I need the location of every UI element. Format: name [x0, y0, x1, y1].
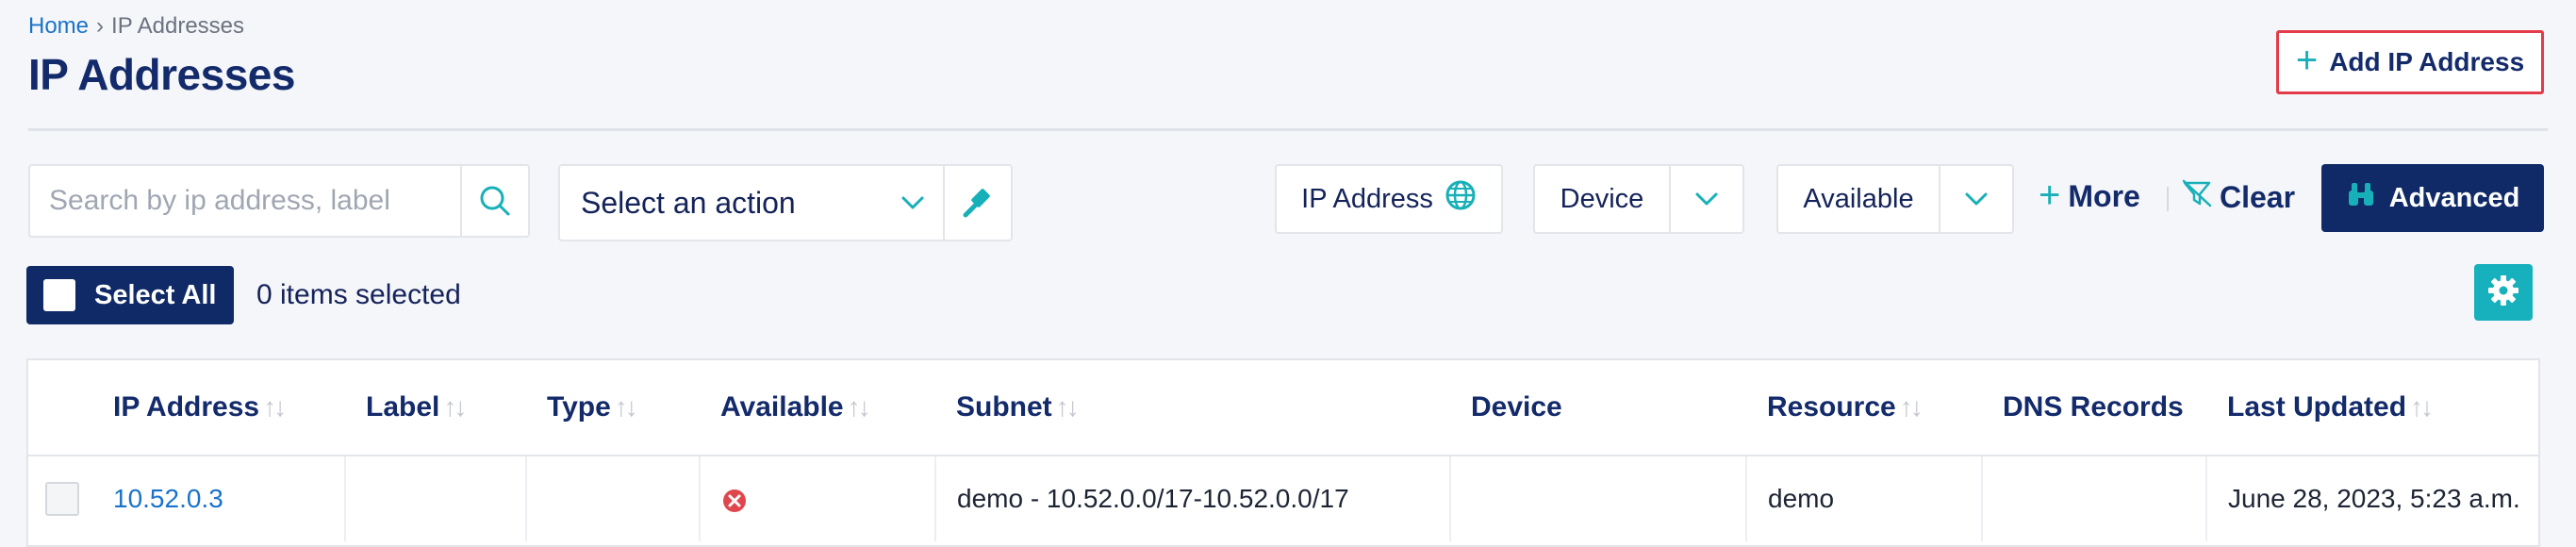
row-select-cell	[28, 456, 92, 541]
breadcrumb-separator: ›	[96, 13, 105, 39]
add-ip-address-label: Add IP Address	[2329, 47, 2525, 76]
unavailable-icon	[721, 484, 748, 513]
action-select[interactable]: Select an action	[558, 164, 1013, 241]
more-filters-label: More	[2068, 179, 2140, 213]
globe-icon	[1445, 179, 1477, 219]
table-row: 10.52.0.3 demo - 10.52.0.0/17-10.52.0.0/…	[28, 456, 2538, 541]
advanced-search-label: Advanced	[2388, 182, 2520, 213]
chevron-down-icon	[1669, 166, 1742, 232]
sort-icon[interactable]: ↑↓	[848, 392, 871, 422]
sort-icon[interactable]: ↑↓	[1056, 392, 1080, 422]
device-filter[interactable]: Device	[1533, 164, 1744, 234]
last-updated-cell: June 28, 2023, 5:23 a.m.	[2228, 484, 2520, 513]
available-cell	[700, 456, 936, 541]
items-selected-count: 0 items selected	[256, 279, 461, 310]
sort-icon[interactable]: ↑↓	[2410, 392, 2434, 422]
ip-address-link[interactable]: 10.52.0.3	[113, 484, 223, 513]
breadcrumb: Home › IP Addresses	[28, 13, 244, 40]
advanced-search-button[interactable]: Advanced	[2321, 164, 2544, 232]
resource-cell: demo	[1746, 456, 1983, 541]
device-cell	[1450, 456, 1747, 541]
column-header-label-col[interactable]: Label ↑↓	[345, 360, 526, 456]
breadcrumb-home-link[interactable]: Home	[28, 13, 89, 39]
clear-filter-icon	[2182, 179, 2212, 215]
page-title: IP Addresses	[28, 50, 295, 99]
row-checkbox[interactable]	[45, 482, 79, 516]
device-filter-label: Device	[1560, 183, 1644, 214]
sort-icon[interactable]: ↑↓	[1900, 392, 1924, 422]
column-header-label: DNS Records	[2003, 391, 2184, 423]
column-header-label: Resource	[1767, 391, 1896, 423]
ip-address-filter[interactable]: IP Address	[1275, 164, 1503, 234]
column-header-label: Subnet	[956, 391, 1052, 423]
dns-records-cell	[1982, 456, 2207, 541]
clear-divider	[2167, 187, 2169, 211]
gavel-icon[interactable]	[943, 166, 1011, 240]
select-all-checkbox[interactable]	[43, 279, 75, 311]
chevron-down-icon	[1939, 166, 2012, 232]
table-header-row: IP Address ↑↓ Label ↑↓ Type ↑↓ Available ↑↓ …	[28, 360, 2538, 456]
column-header-device: Device	[1450, 360, 1746, 456]
add-ip-address-button[interactable]: + Add IP Address	[2276, 30, 2544, 94]
search-box	[28, 164, 530, 238]
column-header-dns-records: DNS Records	[1982, 360, 2206, 456]
sort-icon[interactable]: ↑↓	[615, 392, 638, 422]
available-filter[interactable]: Available	[1776, 164, 2014, 234]
chevron-down-icon	[883, 195, 943, 210]
action-select-label: Select an action	[581, 185, 796, 220]
sort-icon[interactable]: ↑↓	[263, 392, 287, 422]
column-header-label: Device	[1471, 391, 1562, 423]
binoculars-icon	[2346, 181, 2376, 215]
ip-address-filter-label: IP Address	[1301, 183, 1433, 214]
select-all-label: Select All	[94, 279, 217, 310]
available-filter-label: Available	[1803, 183, 1914, 214]
label-cell	[345, 456, 527, 541]
column-header-resource[interactable]: Resource ↑↓	[1746, 360, 1982, 456]
column-header-last-updated[interactable]: Last Updated ↑↓	[2206, 360, 2538, 456]
search-input[interactable]	[30, 166, 460, 236]
column-header-label: Label	[366, 391, 440, 423]
column-header-label: Last Updated	[2227, 391, 2407, 423]
sort-icon[interactable]: ↑↓	[443, 392, 467, 422]
header-divider	[28, 128, 2548, 131]
subnet-cell: demo - 10.52.0.0/17-10.52.0.0/17	[935, 456, 1451, 541]
breadcrumb-current: IP Addresses	[111, 13, 245, 39]
ip-address-table: IP Address ↑↓ Label ↑↓ Type ↑↓ Available ↑↓ …	[26, 358, 2540, 547]
column-header-ip-address[interactable]: IP Address ↑↓	[92, 360, 345, 456]
gear-icon	[2487, 274, 2519, 311]
column-header-select	[28, 360, 92, 456]
column-header-label: IP Address	[113, 391, 260, 423]
search-icon[interactable]	[460, 166, 528, 236]
more-filters-link[interactable]: + More	[2039, 174, 2140, 216]
clear-filters-link[interactable]: Clear	[2182, 179, 2295, 215]
column-header-label: Type	[547, 391, 611, 423]
plus-icon: +	[2295, 40, 2319, 81]
column-header-label: Available	[720, 391, 844, 423]
ip-address-cell: 10.52.0.3	[92, 456, 346, 541]
plus-icon: +	[2039, 174, 2061, 216]
column-header-subnet[interactable]: Subnet ↑↓	[935, 360, 1450, 456]
column-header-available[interactable]: Available ↑↓	[700, 360, 935, 456]
column-header-type[interactable]: Type ↑↓	[526, 360, 700, 456]
clear-filters-label: Clear	[2220, 179, 2296, 214]
table-settings-button[interactable]	[2474, 264, 2533, 321]
select-all-button[interactable]: Select All	[26, 266, 234, 324]
type-cell	[526, 456, 701, 541]
